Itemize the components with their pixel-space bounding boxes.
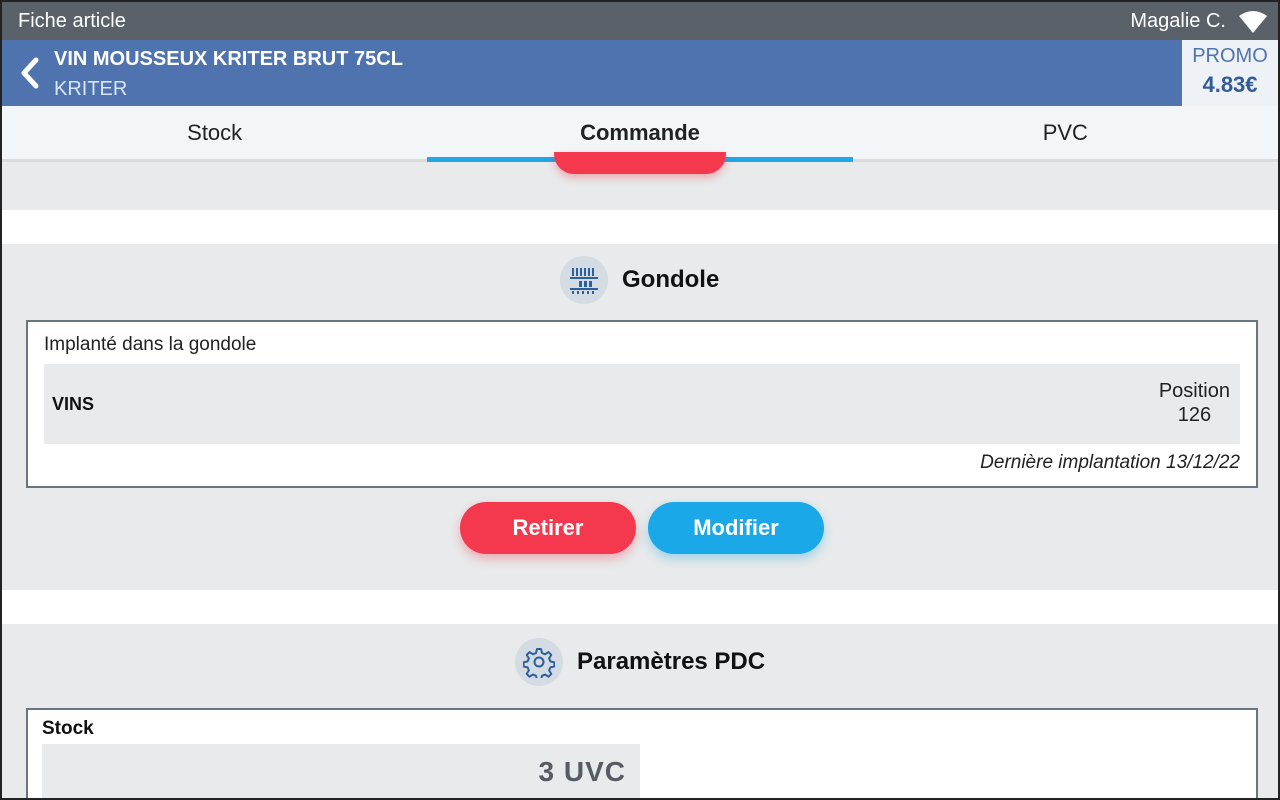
tab-pvc[interactable]: PVC xyxy=(853,106,1278,159)
stock-card: Stock 3 UVC xyxy=(26,708,1258,798)
promo-label: PROMO xyxy=(1192,45,1268,67)
promo-price: 4.83€ xyxy=(1202,72,1258,97)
remove-button[interactable]: Retirer xyxy=(460,502,636,554)
gondole-row: VINS Position 126 xyxy=(44,364,1240,444)
product-header: VIN MOUSSEUX KRITER BRUT 75CL KRITER PRO… xyxy=(2,40,1278,106)
stock-value-box: 3 UVC xyxy=(42,744,640,798)
position-label: Position xyxy=(1158,380,1230,402)
status-bar: Fiche article Magalie C. xyxy=(2,2,1278,40)
gondole-caption: Implanté dans la gondole xyxy=(44,334,257,355)
last-implantation: Dernière implantation 13/12/22 xyxy=(980,452,1240,473)
gondole-card: Implanté dans la gondole VINS Position 1… xyxy=(26,320,1258,488)
back-arrow-icon[interactable] xyxy=(16,56,44,90)
user-name: Magalie C. xyxy=(1130,10,1226,32)
tab-stock[interactable]: Stock xyxy=(2,106,427,159)
pdc-header: Paramètres PDC xyxy=(515,638,765,686)
product-name: VIN MOUSSEUX KRITER BRUT 75CL xyxy=(54,48,403,70)
position-block: Position 126 xyxy=(1159,379,1230,427)
position-value: 126 xyxy=(1177,404,1212,426)
screen-title: Fiche article xyxy=(18,10,126,32)
pdc-title: Paramètres PDC xyxy=(577,648,766,675)
promo-badge: PROMO 4.83€ xyxy=(1182,40,1278,106)
hidden-action-button[interactable] xyxy=(554,152,726,174)
wifi-icon xyxy=(1239,11,1267,33)
stock-value: 3 UVC xyxy=(538,756,626,787)
modify-button[interactable]: Modifier xyxy=(648,502,824,554)
gondole-title: Gondole xyxy=(622,266,720,293)
shelf-icon xyxy=(560,256,608,304)
stock-label: Stock xyxy=(42,718,94,739)
app-frame: Fiche article Magalie C. VIN MOUSSEUX KR… xyxy=(0,0,1280,800)
gear-icon xyxy=(515,638,563,686)
product-brand: KRITER xyxy=(54,78,128,100)
rayon-name: VINS xyxy=(52,394,95,414)
gondole-header: Gondole xyxy=(560,256,719,304)
